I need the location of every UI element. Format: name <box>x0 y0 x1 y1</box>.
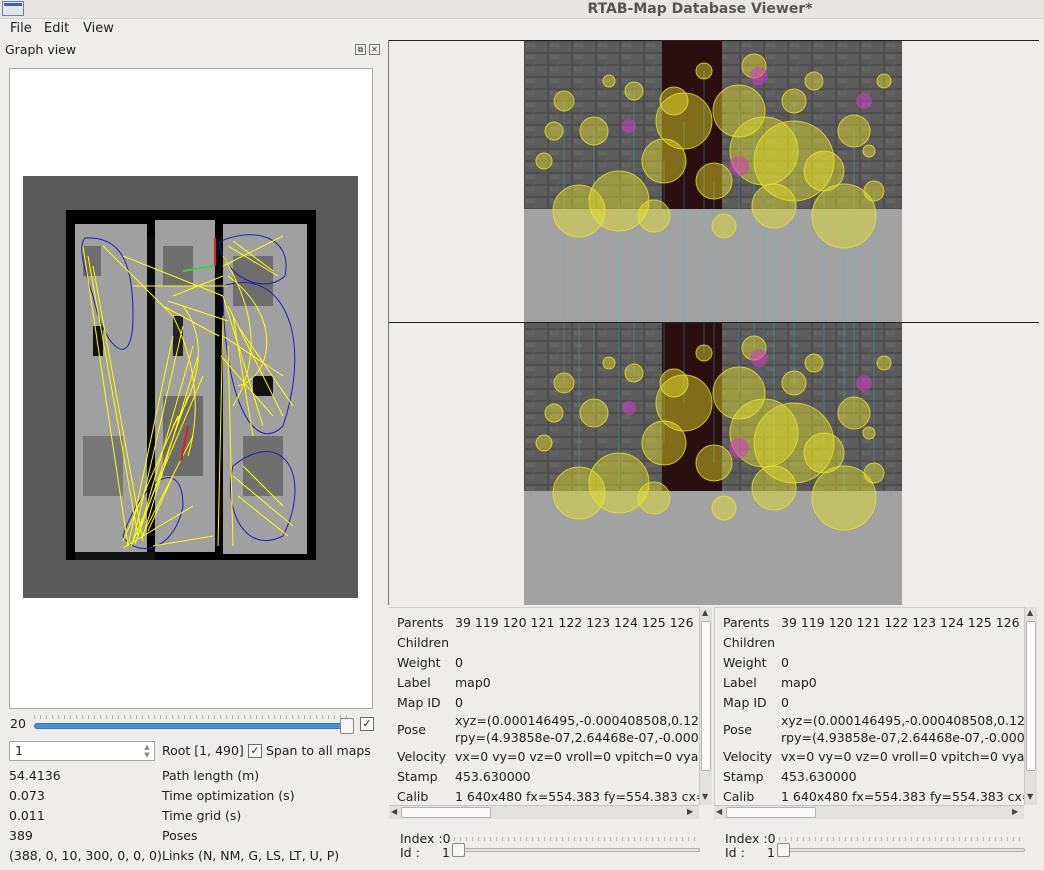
span-all-maps-label: Span to all maps <box>266 743 371 758</box>
menu-edit[interactable]: Edit <box>44 21 69 36</box>
info-left-hscroll[interactable]: ◀ ▶ <box>389 805 699 819</box>
info-key: Parents <box>397 615 444 630</box>
info-key: Velocity <box>397 749 447 764</box>
info-right-hscroll[interactable]: ◀ ▶ <box>714 805 1024 819</box>
scroll-right-icon[interactable]: ▶ <box>687 807 693 816</box>
path-length-label: Path length (m) <box>162 768 260 783</box>
scroll-right-icon[interactable]: ▶ <box>1012 807 1018 816</box>
info-key: Label <box>723 675 757 690</box>
info-value: xyz=(0.000146495,-0.000408508,0.125 <box>455 713 699 728</box>
index-slider-right[interactable] <box>779 837 1025 841</box>
scroll-left-icon[interactable]: ◀ <box>391 807 397 816</box>
scroll-thumb[interactable] <box>1026 621 1036 771</box>
window-title: RTAB-Map Database Viewer* <box>587 1 813 17</box>
id-label-right: Id : <box>725 845 745 860</box>
info-value: rpy=(4.93858e-07,2.64468e-07,-0.0006 <box>455 730 699 745</box>
id-slider-left-handle[interactable] <box>452 843 465 857</box>
info-value: 0 <box>455 655 463 670</box>
info-value: 0 <box>781 695 789 710</box>
info-key: Pose <box>397 722 426 737</box>
info-value: 1 640x480 fx=554.383 fy=554.383 cx=3 <box>455 789 699 804</box>
graph-occupancy-map <box>66 210 316 560</box>
image-separator <box>389 322 1039 323</box>
spinbox-arrows-icon[interactable]: ▲ ▼ <box>141 743 153 759</box>
info-value: 453.630000 <box>781 769 857 784</box>
info-key: Calib <box>397 789 429 804</box>
graph-slider-value: 20 <box>10 716 26 731</box>
id-value-right: 1 <box>767 845 775 860</box>
info-value: 453.630000 <box>455 769 531 784</box>
path-length-value: 54.4136 <box>9 768 61 783</box>
info-key: Weight <box>397 655 441 670</box>
index-label-left: Index :0 <box>400 831 451 846</box>
graph-slider-checkbox[interactable]: ✓ <box>360 717 374 731</box>
info-value: map0 <box>455 675 491 690</box>
graph-slider-handle[interactable] <box>340 718 354 734</box>
poses-value: 389 <box>9 828 33 843</box>
info-value: map0 <box>781 675 817 690</box>
scroll-down-icon[interactable]: ▼ <box>702 792 708 801</box>
info-value: 0 <box>455 695 463 710</box>
info-key: Velocity <box>723 749 773 764</box>
scroll-thumb[interactable] <box>401 807 491 818</box>
scroll-up-icon[interactable]: ▲ <box>1027 608 1033 617</box>
time-grid-label: Time grid (s) <box>162 808 242 823</box>
title-bar: RTAB-Map Database Viewer* <box>0 0 1044 19</box>
info-key: Children <box>723 635 776 650</box>
slider-ticks <box>34 715 350 719</box>
image-view-pair[interactable] <box>524 41 902 605</box>
info-key: Map ID <box>723 695 767 710</box>
id-slider-left[interactable] <box>452 848 700 852</box>
info-key: Weight <box>723 655 767 670</box>
info-right-vscroll[interactable]: ▲ ▼ <box>1024 607 1037 805</box>
info-key: Map ID <box>397 695 441 710</box>
info-value: 0 <box>781 655 789 670</box>
root-label: Root [1, 490] <box>162 743 244 758</box>
info-value: 39 119 120 121 122 123 124 125 126 12 <box>455 615 699 630</box>
info-value: 1 640x480 fx=554.383 fy=554.383 cx=3 <box>781 789 1025 804</box>
scroll-up-icon[interactable]: ▲ <box>702 608 708 617</box>
links-value: (388, 0, 10, 300, 0, 0, 0) <box>9 848 162 863</box>
time-optimization-label: Time optimization (s) <box>162 788 295 803</box>
menu-bar: File Edit View <box>0 19 1044 39</box>
id-slider-right-handle[interactable] <box>777 843 790 857</box>
poses-label: Poses <box>162 828 198 843</box>
info-value: rpy=(4.93858e-07,2.64468e-07,-0.0006 <box>781 730 1025 745</box>
index-label-right: Index :0 <box>725 831 776 846</box>
root-id-spinbox[interactable]: 1 <box>9 741 155 761</box>
graph-view-title: Graph view <box>5 42 77 57</box>
index-slider-left[interactable] <box>454 837 700 841</box>
scroll-down-icon[interactable]: ▼ <box>1027 792 1033 801</box>
node-info-right: Parents 39 119 120 121 122 123 124 125 12… <box>714 607 1025 820</box>
dock-close-icon[interactable]: ✕ <box>369 44 380 55</box>
id-label-left: Id : <box>400 845 420 860</box>
info-key: Parents <box>723 615 770 630</box>
scroll-thumb[interactable] <box>726 807 816 818</box>
info-key: Pose <box>723 722 752 737</box>
info-key: Stamp <box>397 769 438 784</box>
id-value-left: 1 <box>442 845 450 860</box>
scroll-left-icon[interactable]: ◀ <box>716 807 722 816</box>
info-value: vx=0 vy=0 vz=0 vroll=0 vpitch=0 vyaw <box>781 749 1025 764</box>
info-value: 39 119 120 121 122 123 124 125 126 12 <box>781 615 1025 630</box>
graph-slider[interactable] <box>34 723 350 729</box>
info-left-vscroll[interactable]: ▲ ▼ <box>699 607 712 805</box>
time-grid-value: 0.011 <box>9 808 45 823</box>
info-key: Stamp <box>723 769 764 784</box>
scroll-thumb[interactable] <box>701 621 711 771</box>
info-value: xyz=(0.000146495,-0.000408508,0.125 <box>781 713 1025 728</box>
info-key: Calib <box>723 789 755 804</box>
menu-view[interactable]: View <box>83 21 114 36</box>
dock-float-icon[interactable]: ⧉ <box>355 44 366 55</box>
info-value: vx=0 vy=0 vz=0 vroll=0 vpitch=0 vyaw <box>455 749 699 764</box>
info-key: Children <box>397 635 450 650</box>
node-info-left: Parents 39 119 120 121 122 123 124 125 12… <box>389 607 699 820</box>
info-key: Label <box>397 675 431 690</box>
span-all-maps-checkbox[interactable]: ✓ <box>248 744 262 758</box>
time-optimization-value: 0.073 <box>9 788 45 803</box>
id-slider-right[interactable] <box>777 848 1025 852</box>
links-label: Links (N, NM, G, LS, LT, U, P) <box>162 848 340 863</box>
menu-file[interactable]: File <box>10 21 32 36</box>
